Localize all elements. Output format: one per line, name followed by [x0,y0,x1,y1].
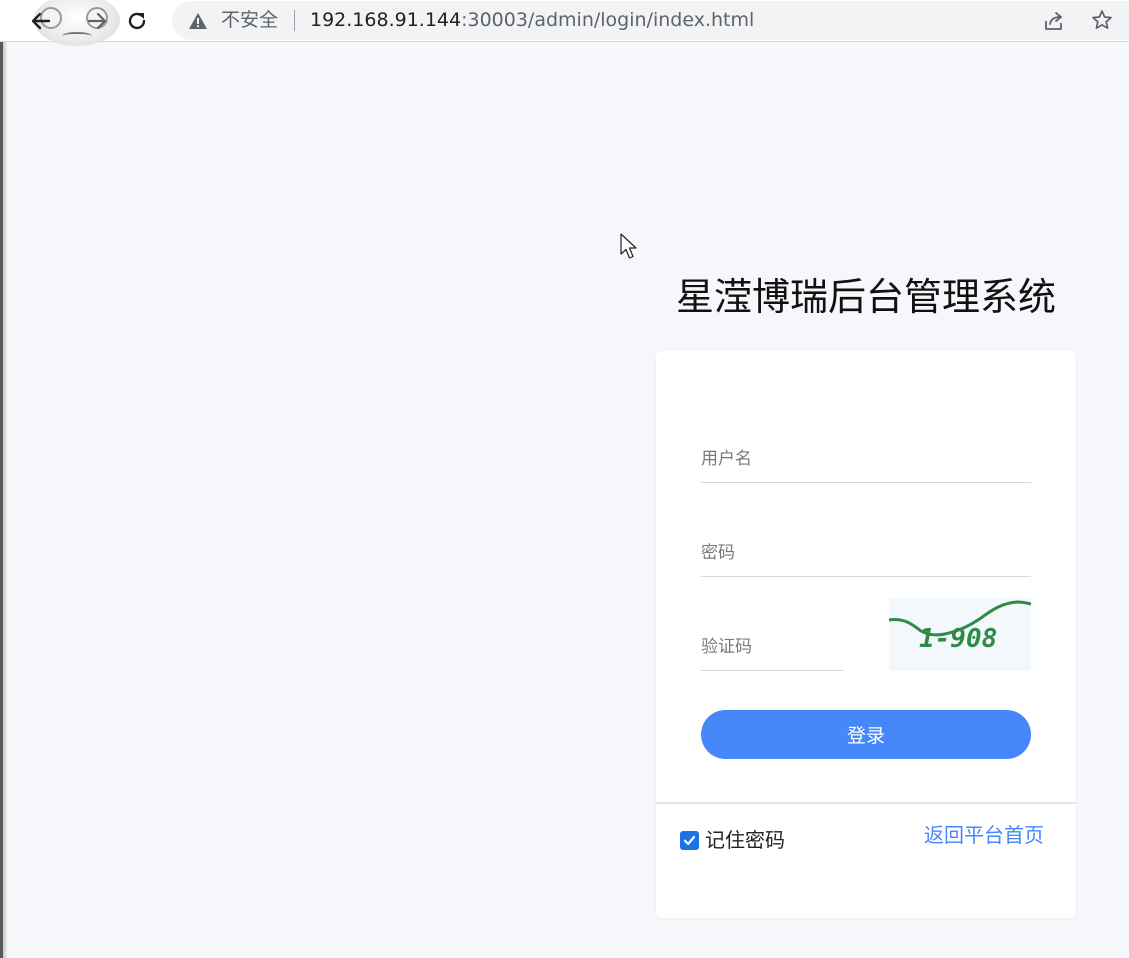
remember-password-checkbox[interactable]: 记住密码 [680,826,785,854]
remember-password-label: 记住密码 [705,828,785,852]
url-text[interactable]: 192.168.91.144:30003/admin/login/index.h… [310,9,754,31]
security-status[interactable]: 不安全 [221,9,278,31]
forward-button[interactable] [82,6,112,36]
captcha-field[interactable] [701,619,844,671]
mouse-cursor-icon [620,233,637,259]
warning-icon[interactable] [188,11,208,31]
browser-toolbar: 不安全 192.168.91.144:30003/admin/login/ind… [0,0,1129,46]
login-card: 1-908 登录 记住密码 返回平台首页 [656,351,1076,918]
username-input[interactable] [701,431,1031,482]
card-divider [656,802,1076,804]
username-field[interactable] [701,431,1031,483]
password-field[interactable] [701,525,1031,577]
login-button[interactable]: 登录 [701,710,1031,759]
captcha-graphic: 1-908 [889,600,1031,654]
address-separator [294,10,295,31]
back-button[interactable] [26,6,56,36]
captcha-image[interactable]: 1-908 [889,598,1031,671]
captcha-input[interactable] [701,619,844,670]
window-edge [0,42,7,958]
checkbox-checked-icon[interactable] [680,830,699,850]
share-icon[interactable] [1042,9,1066,33]
reload-button[interactable] [122,6,152,36]
address-bar[interactable]: 不安全 192.168.91.144:30003/admin/login/ind… [172,1,1129,40]
password-input[interactable] [701,525,1031,576]
captcha-text: 1-908 [919,624,997,654]
url-host: 192.168.91.144 [310,9,462,31]
reload-icon [128,12,146,30]
star-icon[interactable] [1090,8,1114,32]
url-path: :30003/admin/login/index.html [461,9,755,31]
back-arrow-icon [31,12,51,30]
forward-arrow-icon [87,12,107,30]
page-title: 星滢博瑞后台管理系统 [675,275,1056,319]
back-to-home-link[interactable]: 返回平台首页 [924,821,1044,849]
